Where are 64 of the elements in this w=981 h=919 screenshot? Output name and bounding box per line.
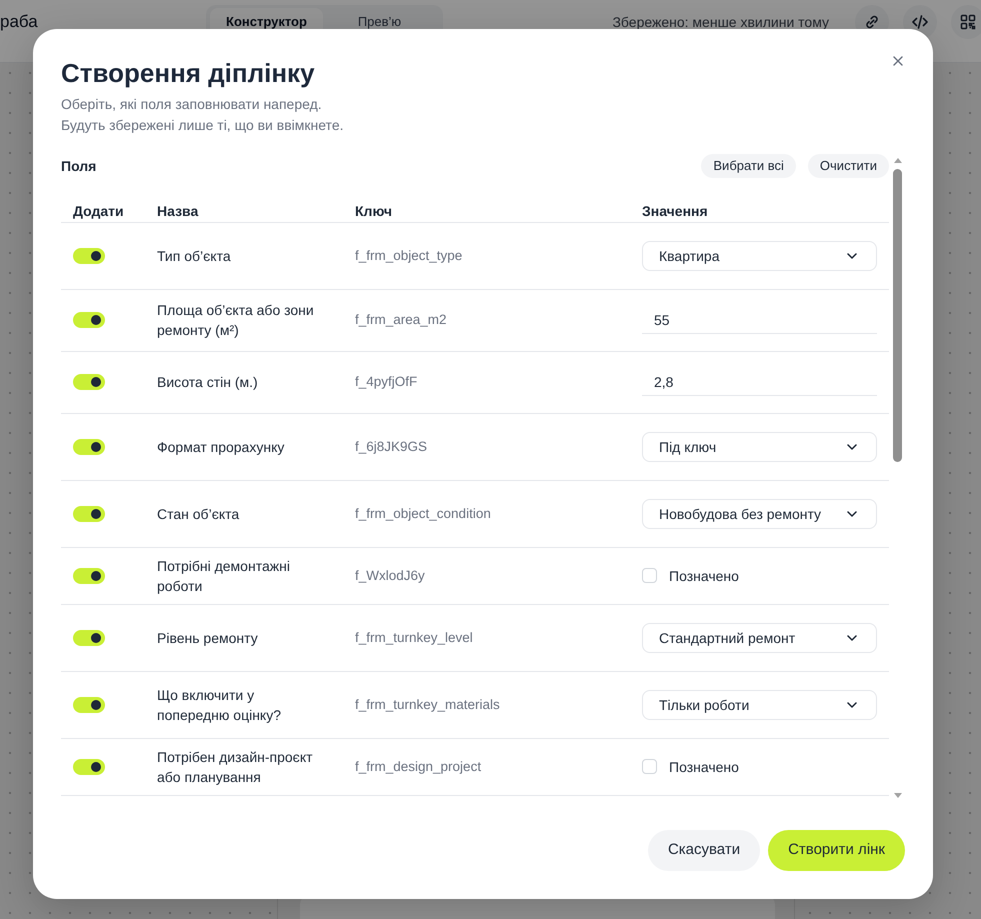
- dropdown[interactable]: Тільки роботи: [642, 690, 877, 720]
- close-icon: [893, 56, 903, 66]
- field-name: Потрібен дизайн-проєкт або планування: [157, 748, 314, 786]
- column-header: Значення: [642, 202, 708, 218]
- field-key: f_frm_design_project: [355, 756, 482, 776]
- field-name: Висота стін (м.): [157, 373, 258, 392]
- chevron-down-icon: [847, 510, 857, 516]
- toggle-switch[interactable]: [73, 506, 105, 522]
- field-key: f_frm_object_condition: [355, 504, 491, 524]
- field-name: Площа об’єкта або зони ремонту (м²): [157, 301, 315, 340]
- field-key: f_WxlodJ6y: [355, 566, 425, 586]
- dialog-title: Створення діплінку: [61, 57, 315, 89]
- field-name: Що включити у попередню оцінку?: [157, 686, 282, 724]
- column-header: Назва: [157, 202, 198, 218]
- field-key: f_frm_turnkey_level: [355, 628, 473, 648]
- field-name: Рівень ремонту: [157, 628, 258, 648]
- checkbox-label[interactable]: Позначено: [669, 566, 739, 586]
- field-name: Стан об’єкта: [157, 504, 240, 524]
- description-text: Оберіть, які поля заповнювати наперед.: [61, 95, 322, 114]
- toggle-switch[interactable]: [73, 312, 105, 328]
- code-icon: [912, 15, 928, 29]
- toggle-switch[interactable]: [73, 696, 105, 712]
- input-field[interactable]: 55: [642, 306, 877, 334]
- chevron-down-icon: [847, 634, 857, 640]
- action-button[interactable]: Очистити: [808, 154, 889, 178]
- field-key: f_frm_turnkey_materials: [355, 694, 500, 714]
- description-text: Будуть збережені лише ті, що ви ввімкнете.: [61, 116, 344, 135]
- chevron-down-icon: [847, 444, 857, 450]
- field-key: f_frm_object_type: [355, 246, 462, 266]
- save-status-text: Збережено: менше хвилини тому: [612, 12, 829, 32]
- toggle-switch[interactable]: [73, 248, 105, 264]
- checkbox[interactable]: [642, 759, 657, 774]
- section-label: Поля: [61, 156, 96, 176]
- column-header: Ключ: [355, 202, 392, 218]
- qr-code-button[interactable]: [951, 5, 981, 39]
- toggle-switch[interactable]: [73, 374, 105, 390]
- link-icon: [864, 14, 880, 30]
- tab[interactable]: Прев’ю: [323, 8, 436, 36]
- chevron-down-icon: [847, 702, 857, 708]
- cancel-button[interactable]: Скасувати: [648, 830, 760, 871]
- toggle-switch[interactable]: [73, 438, 105, 454]
- toggle-switch[interactable]: [73, 758, 105, 774]
- action-button[interactable]: Вибрати всі: [701, 154, 796, 178]
- dropdown[interactable]: Стандартний ремонт: [642, 622, 877, 652]
- app-title: раба: [0, 11, 38, 34]
- dropdown[interactable]: Новобудова без ремонту: [642, 498, 877, 528]
- dropdown[interactable]: Під ключ: [642, 432, 877, 462]
- chevron-down-icon: [847, 252, 857, 258]
- checkbox[interactable]: [642, 568, 657, 583]
- column-header: Додати: [73, 202, 124, 218]
- field-name: Формат прорахунку: [157, 438, 284, 456]
- field-name: Потрібні демонтажні роботи: [157, 556, 291, 596]
- create-link-button[interactable]: Створити лінк: [768, 830, 905, 871]
- input-field[interactable]: 2,8: [642, 368, 877, 396]
- toggle-switch[interactable]: [73, 568, 105, 584]
- checkbox-label[interactable]: Позначено: [669, 756, 739, 776]
- field-key: f_frm_area_m2: [355, 310, 447, 330]
- toggle-switch[interactable]: [73, 630, 105, 646]
- scrollbar-thumb[interactable]: [893, 169, 902, 462]
- qr-code-icon: [960, 14, 976, 30]
- dropdown[interactable]: Квартира: [642, 240, 877, 270]
- field-key: f_6j8JK9GS: [355, 436, 428, 456]
- field-name: Тип об’єкта: [157, 246, 231, 266]
- field-key: f_4pyfjOfF: [355, 372, 418, 392]
